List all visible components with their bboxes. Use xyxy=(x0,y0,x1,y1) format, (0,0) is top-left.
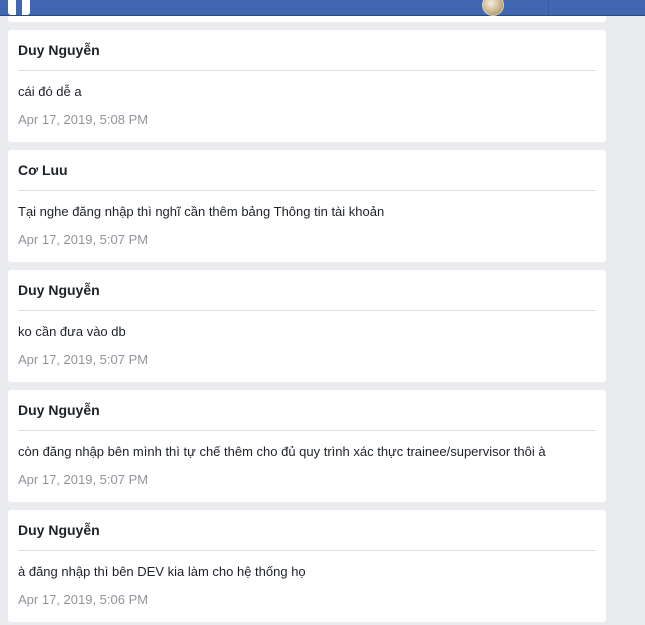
message-text: ko cần đưa vào db xyxy=(18,324,126,339)
message-author[interactable]: Cơ Luu xyxy=(18,162,68,178)
message-text: cái đó dễ a xyxy=(18,84,82,99)
message-text: à đăng nhập thì bên DEV kia làm cho hệ t… xyxy=(18,564,306,579)
message-author[interactable]: Duy Nguyễn xyxy=(18,42,100,58)
message-text: Tại nghe đăng nhập thì nghĩ cần thêm bản… xyxy=(18,204,385,219)
message-timestamp: Apr 17, 2019, 5:08 PM xyxy=(18,112,149,127)
message-divider xyxy=(18,550,596,551)
facebook-logo-icon[interactable] xyxy=(8,0,30,15)
message-author[interactable]: Duy Nguyễn xyxy=(18,522,100,538)
message-card-partial xyxy=(8,16,606,22)
right-sidebar-gutter xyxy=(615,16,645,625)
message-card: Cơ Luu Tại nghe đăng nhập thì nghĩ cần t… xyxy=(8,150,606,262)
user-avatar-icon[interactable] xyxy=(482,0,504,16)
message-divider xyxy=(18,70,596,71)
message-text: còn đăng nhập bên mình thì tự chế thêm c… xyxy=(18,444,546,459)
message-card: Duy Nguyễn à đăng nhập thì bên DEV kia l… xyxy=(8,510,606,622)
message-divider xyxy=(18,310,596,311)
message-author[interactable]: Duy Nguyễn xyxy=(18,402,100,418)
message-card: Duy Nguyễn còn đăng nhập bên mình thì tự… xyxy=(8,390,606,502)
message-timestamp: Apr 17, 2019, 5:06 PM xyxy=(18,592,149,607)
message-timestamp: Apr 17, 2019, 5:07 PM xyxy=(18,472,149,487)
message-card: Duy Nguyễn cái đó dễ a Apr 17, 2019, 5:0… xyxy=(8,30,606,142)
message-divider xyxy=(18,190,596,191)
message-timestamp: Apr 17, 2019, 5:07 PM xyxy=(18,232,149,247)
message-divider xyxy=(18,430,596,431)
top-navigation-bar xyxy=(0,0,645,16)
nav-divider xyxy=(548,0,549,15)
message-timestamp: Apr 17, 2019, 5:07 PM xyxy=(18,352,149,367)
message-card: Duy Nguyễn ko cần đưa vào db Apr 17, 201… xyxy=(8,270,606,382)
message-author[interactable]: Duy Nguyễn xyxy=(18,282,100,298)
